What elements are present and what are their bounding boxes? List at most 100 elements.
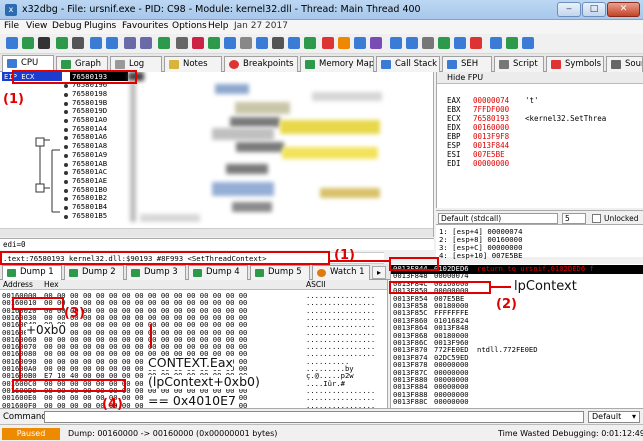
maximize-button[interactable]: □ [582,2,606,17]
disassembly-view[interactable]: EIP ECX 76580193 76580196 76580198 76580… [0,72,434,237]
bookmark-icon[interactable] [256,37,268,49]
stack-row[interactable]: 0013F88C 00000000 [391,398,643,407]
dump-header: Address Hex ASCII [0,280,387,290]
tab-seh[interactable]: SEH [442,56,492,72]
disasm-row[interactable]: 765801AB [0,159,433,169]
tab-memory-map[interactable]: Memory Map [300,56,374,72]
threads-icon[interactable] [438,37,450,49]
step-over-icon[interactable] [106,37,118,49]
close-button[interactable]: ✕ [607,2,640,17]
menu-file[interactable]: File [4,21,19,31]
paused-status-badge: Paused [2,428,60,440]
patch-icon[interactable] [304,37,316,49]
modules-icon[interactable] [454,37,466,49]
help-icon[interactable] [522,37,534,49]
annotation-box-address [0,251,330,265]
font-icon[interactable] [390,37,402,49]
calling-convention-select[interactable]: Default (stdcall) [438,213,558,224]
menu-plugins[interactable]: Plugins [84,21,116,31]
dump-addr: 001600F0 [2,400,37,409]
minimize-button[interactable]: ‒ [557,2,581,17]
handles-icon[interactable] [470,37,482,49]
menu-view[interactable]: View [26,21,47,31]
tab-dump-3[interactable]: Dump 3 [126,265,186,280]
register-esp[interactable]: ESP 0013F844 [447,141,525,150]
tab-dump-1[interactable]: Dump 1 [2,265,62,280]
unlocked-checkbox[interactable] [592,214,601,223]
breakpoint-icon[interactable] [192,37,204,49]
script-icon[interactable] [322,37,334,49]
menu-help[interactable]: Help [208,21,229,31]
label-icon[interactable] [240,37,252,49]
memory-icon[interactable] [208,37,220,49]
menu-bar: File View Debug Plugins Favourites Optio… [0,20,643,34]
tab-dump-5[interactable]: Dump 5 [250,265,310,280]
stack-arg-row[interactable]: 4: [esp+10] 007E5BE [439,251,522,260]
step-into-icon[interactable] [90,37,102,49]
menu-options[interactable]: Options [172,21,207,31]
register-ecx[interactable]: ECX 76580193 <kernel32.SetThrea [447,114,606,123]
function-icon[interactable] [272,37,284,49]
tab-breakpoints[interactable]: Breakpoints [224,56,298,72]
comment-icon[interactable] [224,37,236,49]
tab-notes[interactable]: Notes [164,56,222,72]
annotation-eax-title: CONTEXT.Eax [148,355,233,370]
tab-watch-1[interactable]: Watch 1 [312,265,370,280]
fx-icon[interactable] [370,37,382,49]
disasm-row[interactable]: 765801B4 [0,202,433,212]
run-to-user-code-icon[interactable] [158,37,170,49]
seh-icon [447,60,457,69]
blurred-highlight [280,120,380,134]
tab-symbols[interactable]: Symbols [546,56,604,72]
disasm-row[interactable]: 765801B5 [0,211,433,221]
preferences-icon[interactable] [490,37,502,49]
tab-dump-2[interactable]: Dump 2 [64,265,124,280]
annotation-label-1-top: (1) [3,92,24,107]
restart-icon[interactable] [22,37,34,49]
register-eax[interactable]: EAX 00000074't' [447,96,539,105]
jump-arrows [35,137,60,213]
dump-icon [255,269,264,277]
tab-script[interactable]: Script [494,56,544,72]
register-edx[interactable]: EDX 00160000 [447,123,525,132]
status-dump-text: Dump: 00160000 -> 00160000 (0x00000001 b… [68,429,278,438]
pause-icon[interactable] [72,37,84,49]
annotation-box-dump-start [12,297,64,310]
register-esi[interactable]: ESI 007E5BE [447,150,525,159]
close-debuggee-icon[interactable] [38,37,50,49]
search-icon[interactable] [288,37,300,49]
chevron-down-icon: ▾ [631,412,636,421]
trace-over-icon[interactable] [140,37,152,49]
menu-favourites[interactable]: Favourites [122,21,168,31]
register-ebp[interactable]: EBP 0013F9F8 [447,132,525,141]
menu-debug[interactable]: Debug [52,21,82,31]
about-icon[interactable] [506,37,518,49]
highlight-icon[interactable] [338,37,350,49]
calculator-icon[interactable] [406,37,418,49]
run-icon[interactable] [56,37,68,49]
trace-into-icon[interactable] [124,37,136,49]
hide-fpu-toggle[interactable]: Hide FPU [437,72,643,84]
command-input[interactable] [44,411,584,423]
command-label: Command: [3,412,50,422]
command-mode-select[interactable]: Default ▾ [588,411,640,423]
list-icon[interactable] [422,37,434,49]
tab-scroll-right-icon[interactable]: ▸ [372,266,386,279]
tab-call-stack[interactable]: Call Stack [376,56,440,72]
disasm-row[interactable]: 765801AC [0,167,433,177]
register-edi[interactable]: EDI 00000000 [447,159,525,168]
annotation-lpcontext: lpContext [514,279,577,295]
stack-addr: 0013F88C [393,397,428,407]
scylla-icon[interactable] [176,37,188,49]
annotation-eax-expr: (lpContext+0xb0) [148,374,260,389]
disasm-row[interactable]: 7658019D [0,107,433,116]
disasm-horizontal-scrollbar[interactable] [0,228,433,237]
settings-icon[interactable] [354,37,366,49]
open-icon[interactable] [6,37,18,49]
info-text: edi=0 [3,240,26,249]
tab-dump-4[interactable]: Dump 4 [188,265,248,280]
tab-source[interactable]: Sour [606,56,643,72]
register-ebx[interactable]: EBX 7FFDF000 [447,105,525,114]
annotation-label-2: (2) [496,297,517,312]
arg-count-spinner[interactable]: 5 [562,213,586,224]
